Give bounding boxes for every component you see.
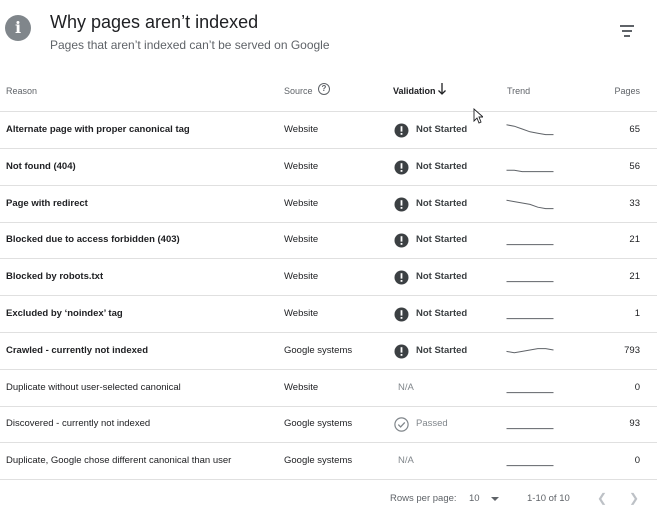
column-header-trend: Trend — [507, 86, 531, 96]
row-validation-status: N/A — [398, 455, 414, 467]
table-row[interactable]: Blocked due to access forbidden (403) Web… — [0, 222, 657, 260]
trend-sparkline — [506, 169, 554, 172]
row-pages: 65 — [629, 124, 640, 135]
row-validation-status: Not Started — [416, 271, 468, 283]
row-pages: 21 — [629, 234, 640, 246]
row-reason: Duplicate without user-selected canonica… — [6, 381, 181, 393]
table-row[interactable]: Crawled - currently not indexed Google sy… — [0, 333, 657, 370]
help-icon[interactable]: ? — [318, 83, 330, 95]
trend-sparkline — [506, 244, 554, 246]
table-row[interactable]: Excluded by ‘noindex’ tag Website Not Star… — [0, 296, 657, 333]
table-row[interactable]: Alternate page with proper canonical tag… — [0, 112, 657, 149]
row-reason: Page with redirect — [6, 197, 88, 209]
row-source: Website — [284, 234, 319, 246]
row-pages: 0 — [634, 381, 640, 393]
mouse-cursor-icon — [473, 108, 483, 124]
trend-sparkline — [506, 428, 554, 430]
column-header-reason: Reason — [6, 86, 38, 96]
exclamation-circle-icon — [394, 197, 409, 212]
pagination: Rows per page: 10 1-10 of 10 ❮ ❯ — [0, 486, 657, 512]
trend-sparkline — [506, 465, 554, 467]
row-reason: Blocked by robots.txt — [6, 271, 104, 283]
row-source: Website — [284, 308, 319, 319]
column-header-validation[interactable]: Validation — [393, 86, 436, 96]
row-validation-status: Passed — [416, 418, 448, 430]
table-row[interactable]: Discovered - currently not indexed Google… — [0, 406, 657, 444]
row-validation-status: Not Started — [416, 308, 468, 319]
trend-sparkline — [506, 124, 554, 136]
page-range: 1-10 of 10 — [527, 493, 570, 504]
trend-sparkline — [506, 199, 554, 209]
row-pages: 1 — [634, 308, 640, 319]
row-reason: Excluded by ‘noindex’ tag — [6, 308, 123, 319]
trend-sparkline — [506, 391, 554, 393]
row-pages: 0 — [634, 455, 640, 467]
caret-down-icon — [491, 497, 499, 501]
row-validation-status: Not Started — [416, 124, 468, 135]
exclamation-circle-icon — [394, 233, 409, 248]
row-validation-status: Not Started — [416, 160, 468, 172]
exclamation-circle-icon — [394, 160, 409, 175]
row-reason: Alternate page with proper canonical tag — [6, 124, 190, 135]
row-source: Website — [284, 197, 319, 209]
trend-sparkline — [506, 347, 554, 354]
table-row[interactable]: Page with redirect Website Not Started 33 — [0, 186, 657, 223]
rows-per-page-select[interactable]: 10 — [469, 493, 505, 507]
row-pages: 93 — [629, 418, 640, 430]
trend-sparkline — [506, 281, 554, 283]
row-validation-status: Not Started — [416, 344, 468, 356]
row-pages: 21 — [629, 271, 640, 283]
row-reason: Blocked due to access forbidden (403) — [6, 234, 180, 246]
chevron-right-icon[interactable]: ❯ — [627, 491, 641, 505]
row-reason: Duplicate, Google chose different canoni… — [6, 455, 232, 467]
row-reason: Not found (404) — [6, 160, 76, 172]
table-row[interactable]: Duplicate without user-selected canonica… — [0, 370, 657, 407]
table-row[interactable]: Not found (404) Website Not Started 56 — [0, 149, 657, 186]
chevron-left-icon[interactable]: ❮ — [595, 491, 609, 505]
row-validation-status: Not Started — [416, 234, 468, 246]
table-row[interactable]: Blocked by robots.txt Website Not Started 2… — [0, 259, 657, 297]
row-reason: Crawled - currently not indexed — [6, 344, 148, 356]
table-row[interactable]: Duplicate, Google chose different canoni… — [0, 443, 657, 481]
trend-sparkline — [506, 318, 554, 320]
row-reason: Discovered - currently not indexed — [6, 418, 151, 430]
exclamation-circle-icon — [394, 307, 409, 322]
row-source: Google systems — [284, 344, 353, 356]
row-source: Website — [284, 271, 319, 283]
row-pages: 793 — [624, 344, 640, 356]
exclamation-circle-icon — [394, 270, 409, 285]
arrow-down-icon[interactable] — [437, 82, 447, 96]
row-pages: 56 — [629, 160, 640, 172]
rows-per-page-label: Rows per page: — [390, 493, 457, 504]
rows-per-page-value: 10 — [469, 493, 480, 504]
row-validation-status: N/A — [398, 381, 414, 393]
row-source: Website — [284, 381, 319, 393]
column-header-pages: Pages — [614, 86, 640, 96]
row-validation-status: Not Started — [416, 197, 468, 209]
check-circle-icon — [394, 417, 409, 433]
filter-icon[interactable] — [620, 22, 640, 40]
exclamation-circle-icon — [394, 123, 409, 138]
page-title: Why pages aren’t indexed — [50, 12, 259, 32]
row-pages: 33 — [629, 197, 640, 209]
row-source: Google systems — [284, 455, 353, 467]
column-header-source: Source — [284, 86, 313, 96]
row-source: Website — [284, 124, 319, 135]
page-subtitle: Pages that aren’t indexed can’t be serve… — [50, 38, 330, 52]
info-icon: i — [5, 15, 31, 41]
page-header: i Why pages aren’t indexed Pages that ar… — [0, 0, 657, 70]
table-header: Reason Source ? Validation Trend Pages — [0, 70, 657, 112]
row-source: Google systems — [284, 418, 353, 430]
exclamation-circle-icon — [394, 344, 409, 359]
row-source: Website — [284, 160, 319, 172]
